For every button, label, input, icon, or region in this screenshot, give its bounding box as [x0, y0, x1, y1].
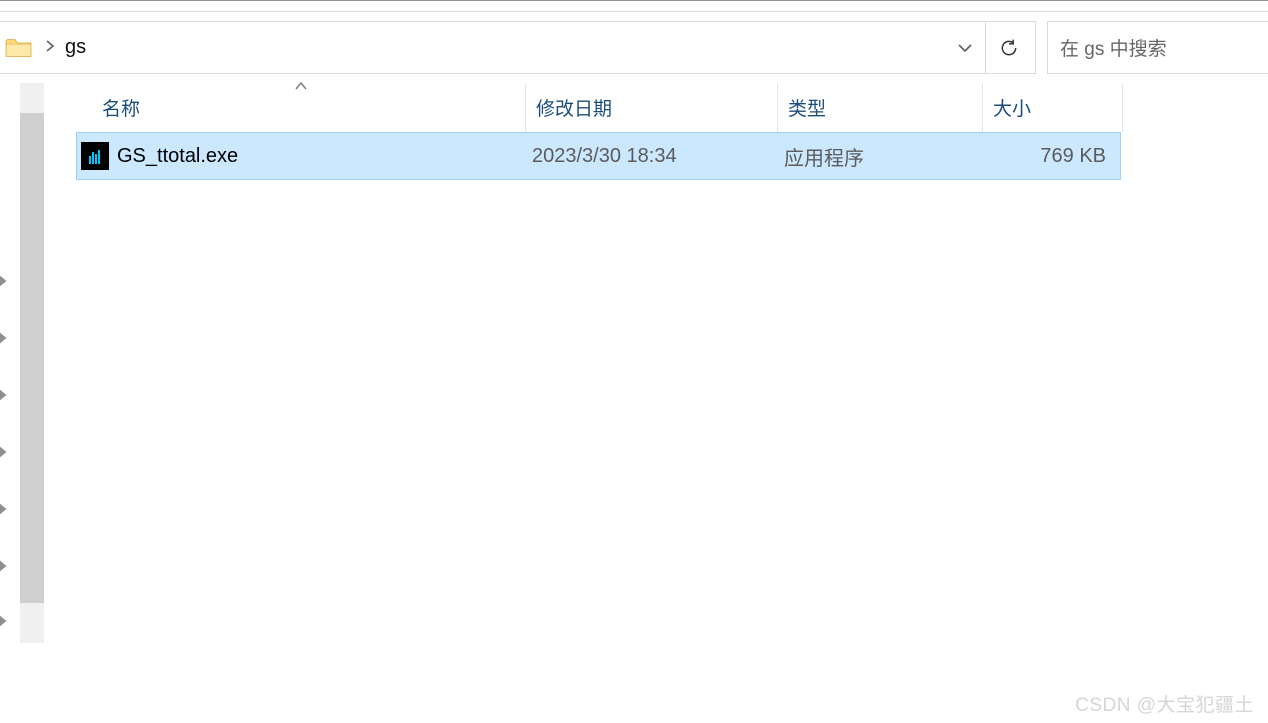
- chevron-right-icon[interactable]: [0, 444, 10, 464]
- nav-scrollbar-thumb[interactable]: [20, 113, 44, 603]
- sort-ascending-icon: [295, 81, 307, 93]
- chevron-right-icon[interactable]: [0, 387, 10, 407]
- chevron-right-icon[interactable]: [0, 613, 10, 633]
- column-header-label: 修改日期: [536, 94, 612, 121]
- file-row[interactable]: GS_ttotal.exe 2023/3/30 18:34 应用程序 769 K…: [76, 132, 1121, 180]
- ribbon-border: [0, 0, 1268, 12]
- breadcrumb[interactable]: gs: [0, 21, 1036, 74]
- folder-icon: [5, 36, 32, 59]
- search-placeholder: 在 gs 中搜索: [1060, 34, 1167, 61]
- chevron-right-icon[interactable]: [0, 330, 10, 350]
- breadcrumb-current[interactable]: gs: [65, 36, 86, 59]
- file-type: 应用程序: [784, 142, 991, 171]
- nav-scrollbar[interactable]: [20, 83, 44, 643]
- column-header-date[interactable]: 修改日期: [526, 83, 778, 132]
- main-area: 名称 修改日期 类型 大小: [0, 83, 1268, 703]
- file-date: 2023/3/30 18:34: [532, 145, 784, 168]
- file-name: GS_ttotal.exe: [117, 145, 532, 168]
- column-header-label: 大小: [993, 94, 1031, 121]
- refresh-button[interactable]: [985, 22, 1031, 73]
- column-headers: 名称 修改日期 类型 大小: [76, 83, 1268, 132]
- column-header-type[interactable]: 类型: [778, 83, 983, 132]
- file-size: 769 KB: [991, 145, 1114, 168]
- column-header-name[interactable]: 名称: [76, 83, 526, 132]
- column-header-label: 类型: [788, 94, 826, 121]
- address-bar: gs 在 gs 中搜索: [0, 12, 1268, 83]
- chevron-right-icon[interactable]: [0, 273, 10, 293]
- search-input[interactable]: 在 gs 中搜索: [1047, 21, 1268, 74]
- exe-icon: [81, 142, 109, 170]
- navigation-pane: [0, 83, 44, 703]
- column-header-size[interactable]: 大小: [983, 83, 1123, 132]
- chevron-right-icon: [45, 40, 55, 55]
- chevron-right-icon[interactable]: [0, 558, 10, 578]
- file-list: 名称 修改日期 类型 大小: [44, 83, 1268, 703]
- watermark: CSDN @大宝犯疆土: [1075, 690, 1254, 717]
- breadcrumb-dropdown-button[interactable]: [947, 22, 983, 73]
- column-header-label: 名称: [102, 94, 140, 121]
- chevron-right-icon[interactable]: [0, 501, 10, 521]
